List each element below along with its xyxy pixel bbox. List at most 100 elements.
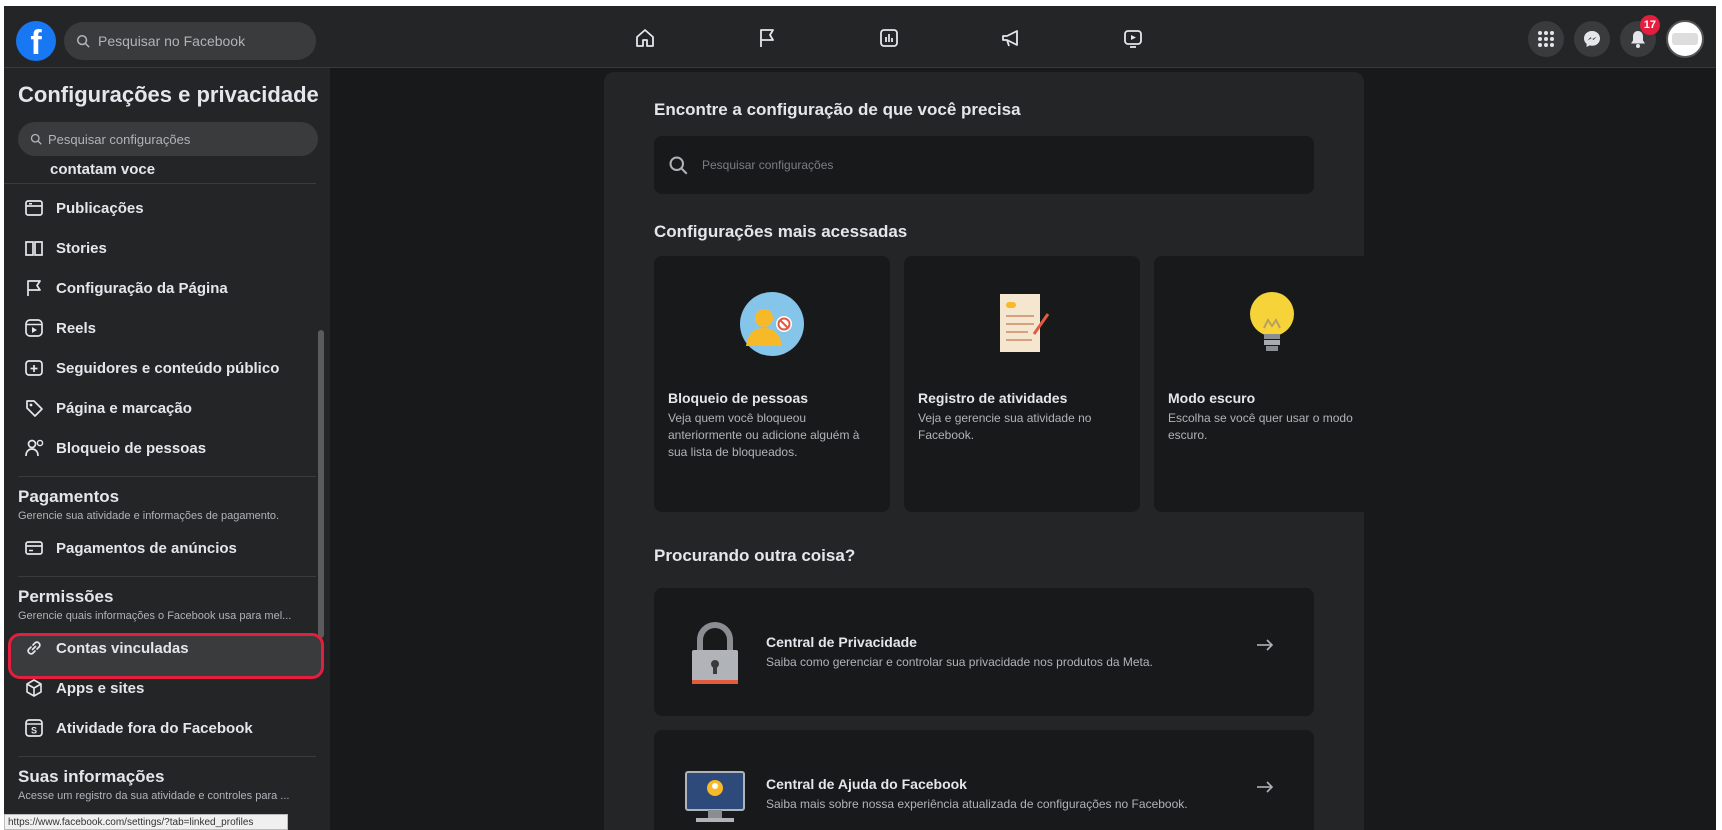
card-description: Escolha se você quer usar o modo escuro. bbox=[1168, 411, 1353, 442]
facebook-search-input[interactable]: Pesquisar no Facebook bbox=[64, 22, 316, 60]
svg-text:S: S bbox=[31, 726, 37, 736]
messenger-icon bbox=[1584, 31, 1600, 47]
row-title: Central de Ajuda do Facebook bbox=[766, 776, 967, 792]
row-description: Saiba como gerenciar e controlar sua pri… bbox=[766, 655, 1153, 669]
screen-frame: f Pesquisar no Facebook 17 Configurações… bbox=[0, 0, 1722, 830]
block-people-illustration bbox=[654, 284, 890, 364]
card-title: Registro de atividades bbox=[918, 390, 1068, 406]
megaphone-icon bbox=[1002, 30, 1018, 47]
settings-main-panel: Encontre a configuração de que você prec… bbox=[604, 72, 1390, 830]
sidebar-item-bloqueio[interactable]: Bloqueio de pessoas bbox=[8, 428, 322, 468]
settings-search-placeholder: Pesquisar configurações bbox=[48, 131, 191, 147]
sidebar-item-publicacoes[interactable]: Publicações bbox=[8, 188, 322, 228]
row-central-ajuda[interactable]: Central de Ajuda do Facebook Saiba mais … bbox=[654, 730, 1314, 830]
sidebar-item-label: Bloqueio de pessoas bbox=[56, 439, 207, 457]
card-description: Veja quem você bloqueou anteriormente ou… bbox=[668, 411, 860, 459]
home-icon bbox=[636, 29, 654, 47]
sidebar-item-contas-vinculadas[interactable]: Contas vinculadas bbox=[8, 628, 322, 668]
section-title-suas-informacoes: Suas informações bbox=[18, 767, 165, 786]
settings-search-input[interactable]: Pesquisar configurações bbox=[18, 122, 318, 156]
facebook-logo[interactable]: f bbox=[16, 21, 56, 61]
facebook-search-placeholder: Pesquisar no Facebook bbox=[98, 33, 246, 49]
sidebar-item-configuracao-pagina[interactable]: Configuração da Página bbox=[8, 268, 322, 308]
activity-log-illustration bbox=[904, 284, 1140, 364]
sidebar-item-pagina-marcacao[interactable]: Página e marcação bbox=[8, 388, 322, 428]
video-icon bbox=[1124, 30, 1142, 48]
section-subtitle-permissoes: Gerencie quais informações o Facebook us… bbox=[18, 610, 292, 622]
sidebar-item-seguidores[interactable]: Seguidores e conteúdo público bbox=[8, 348, 322, 388]
status-bar-url: https://www.facebook.com/settings/?tab=l… bbox=[4, 814, 288, 830]
messenger-button[interactable] bbox=[1574, 21, 1610, 57]
sidebar-item-apps-sites[interactable]: Apps e sites bbox=[8, 668, 322, 708]
main-nav bbox=[584, 20, 1194, 56]
main-search-placeholder: Pesquisar configurações bbox=[702, 158, 834, 172]
section-subtitle-pagamentos: Gerencie sua atividade e informações de … bbox=[18, 510, 280, 522]
search-icon bbox=[669, 156, 688, 175]
credit-card-icon bbox=[22, 536, 46, 560]
section-subtitle-suas-informacoes: Acesse um registro da sua atividade e co… bbox=[18, 790, 290, 802]
nav-pages[interactable] bbox=[706, 20, 828, 56]
sidebar-item-label: Seguidores e conteúdo público bbox=[56, 359, 280, 377]
notification-count-badge: 17 bbox=[1639, 15, 1660, 35]
row-title: Central de Privacidade bbox=[766, 634, 917, 650]
nav-ads[interactable] bbox=[950, 20, 1072, 56]
sidebar-item-pagamentos-anuncios[interactable]: Pagamentos de anúncios bbox=[8, 528, 322, 568]
find-setting-heading: Encontre a configuração de que você prec… bbox=[654, 100, 1021, 119]
card-registro-atividades[interactable]: Registro de atividades Veja e gerencie s… bbox=[904, 256, 1140, 512]
profile-avatar[interactable] bbox=[1666, 20, 1704, 58]
arrow-right-icon bbox=[1256, 638, 1274, 657]
off-facebook-activity-icon: S bbox=[22, 716, 46, 740]
sidebar-item-label: Contas vinculadas bbox=[56, 639, 189, 657]
card-title: Modo escuro bbox=[1168, 390, 1256, 406]
book-icon bbox=[22, 236, 46, 260]
account-controls: 17 bbox=[1528, 15, 1704, 58]
flag-icon bbox=[22, 276, 46, 300]
menu-button[interactable] bbox=[1528, 21, 1564, 57]
top-navigation-bar: f Pesquisar no Facebook 17 bbox=[4, 6, 1716, 68]
sidebar-item-label: Apps e sites bbox=[56, 679, 145, 697]
lightbulb-illustration bbox=[1154, 284, 1390, 364]
sidebar-item-label: Atividade fora do Facebook bbox=[56, 719, 253, 737]
main-settings-search-input[interactable]: Pesquisar configurações bbox=[654, 136, 1314, 194]
sidebar-title: Configurações e privacidade bbox=[18, 82, 319, 107]
sidebar-scrollbar[interactable] bbox=[318, 330, 324, 638]
link-icon bbox=[22, 636, 46, 660]
tag-icon bbox=[22, 396, 46, 420]
sidebar-item-partial[interactable]: contatam voce bbox=[4, 160, 316, 184]
sidebar-item-atividade-fora[interactable]: S Atividade fora do Facebook bbox=[8, 708, 322, 748]
search-icon bbox=[30, 133, 42, 145]
divider bbox=[18, 576, 316, 577]
most-accessed-heading: Configurações mais acessadas bbox=[654, 222, 908, 241]
row-description: Saiba mais sobre nossa experiência atual… bbox=[766, 797, 1188, 811]
flag-icon bbox=[760, 29, 774, 47]
nav-watch[interactable] bbox=[1072, 20, 1194, 56]
avatar-image bbox=[1672, 33, 1698, 45]
sidebar-item-label: Stories bbox=[56, 239, 107, 257]
card-modo-escuro[interactable]: Modo escuro Escolha se você quer usar o … bbox=[1154, 256, 1390, 512]
block-user-icon bbox=[22, 436, 46, 460]
sidebar-item-stories[interactable]: Stories bbox=[8, 228, 322, 268]
looking-else-heading: Procurando outra coisa? bbox=[654, 546, 856, 565]
arrow-right-icon bbox=[1256, 780, 1274, 799]
sidebar-item-reels[interactable]: Reels bbox=[8, 308, 322, 348]
most-accessed-cards: Bloqueio de pessoas Veja quem você bloqu… bbox=[654, 256, 1390, 512]
sidebar-item-label: Pagamentos de anúncios bbox=[56, 539, 237, 557]
padlock-illustration bbox=[680, 622, 750, 688]
sidebar-item-label: Página e marcação bbox=[56, 399, 192, 417]
posts-icon bbox=[22, 196, 46, 220]
sidebar-item-label: Reels bbox=[56, 319, 97, 337]
search-icon bbox=[76, 34, 90, 48]
divider bbox=[18, 476, 316, 477]
card-bloqueio[interactable]: Bloqueio de pessoas Veja quem você bloqu… bbox=[654, 256, 890, 512]
chart-icon bbox=[880, 29, 898, 47]
nav-home[interactable] bbox=[584, 20, 706, 56]
cube-icon bbox=[22, 676, 46, 700]
grid-menu-icon bbox=[1538, 31, 1554, 47]
row-central-privacidade[interactable]: Central de Privacidade Saiba como gerenc… bbox=[654, 588, 1314, 716]
nav-insights[interactable] bbox=[828, 20, 950, 56]
sidebar-item-label: Configuração da Página bbox=[56, 279, 228, 297]
reels-icon bbox=[22, 316, 46, 340]
divider bbox=[18, 756, 316, 757]
notifications-button[interactable]: 17 bbox=[1620, 15, 1660, 57]
section-title-permissoes: Permissões bbox=[18, 587, 114, 606]
